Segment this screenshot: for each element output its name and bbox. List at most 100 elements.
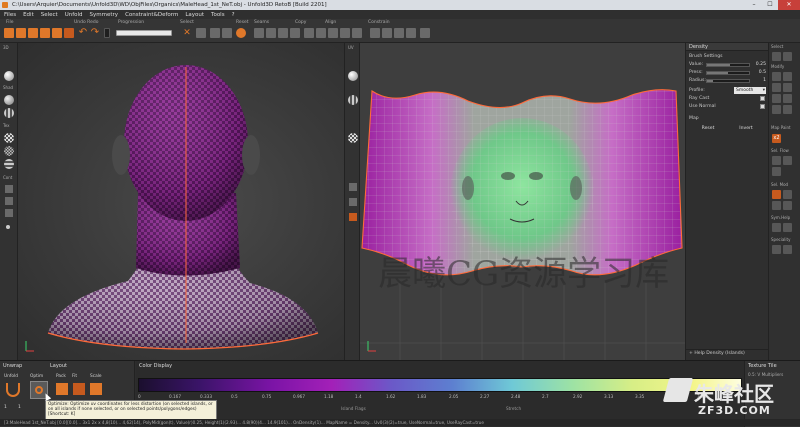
constrain-lock-icon[interactable]: [394, 28, 404, 38]
sym-b-icon[interactable]: [783, 223, 792, 232]
flow-c-icon[interactable]: [772, 167, 781, 176]
radius-number[interactable]: 1: [752, 78, 766, 83]
weld-seam-icon[interactable]: [266, 28, 276, 38]
menu-symmetry[interactable]: Symmetry: [90, 12, 119, 18]
align-vertical-icon[interactable]: [340, 28, 350, 38]
relax-icon[interactable]: [783, 94, 792, 103]
seam-toggle-icon[interactable]: [5, 209, 13, 217]
checker-small-icon[interactable]: [4, 146, 14, 156]
grid-toggle-icon[interactable]: [5, 185, 13, 193]
cut-seam-icon[interactable]: [254, 28, 264, 38]
align-straighten-icon[interactable]: [352, 28, 362, 38]
sel-mod-b-icon[interactable]: [783, 190, 792, 199]
unfold-tab[interactable]: Unfold: [4, 374, 18, 379]
density-brush-icon[interactable]: x2: [772, 134, 781, 143]
menu-unfold[interactable]: Unfold: [65, 12, 83, 18]
undo-icon[interactable]: ↶: [78, 28, 88, 38]
import-icon[interactable]: [52, 28, 62, 38]
save-as-icon[interactable]: [40, 28, 50, 38]
flip-icon[interactable]: [783, 83, 792, 92]
flow-b-icon[interactable]: [783, 156, 792, 165]
pack-icon[interactable]: [56, 383, 68, 395]
constrain-unpin-icon[interactable]: [382, 28, 392, 38]
constrain-axis-icon[interactable]: [420, 28, 430, 38]
deselect-icon[interactable]: ✕: [182, 28, 192, 38]
scale-icon[interactable]: [90, 383, 102, 395]
value-number[interactable]: 0.25: [752, 62, 766, 67]
fit-tab[interactable]: Fit: [72, 374, 77, 379]
select-island-icon[interactable]: [772, 52, 781, 61]
menu-layout[interactable]: Layout: [185, 12, 204, 18]
unpin-icon[interactable]: [783, 105, 792, 114]
uv-grid-icon[interactable]: [349, 183, 357, 191]
menu-select[interactable]: Select: [41, 12, 58, 18]
axis-toggle-icon[interactable]: [5, 197, 13, 205]
menu-edit[interactable]: Edit: [23, 12, 34, 18]
press-number[interactable]: 0.5: [752, 70, 766, 75]
invert-button[interactable]: Invert: [728, 125, 764, 133]
open-file-icon[interactable]: [16, 28, 26, 38]
seam-tool-icon[interactable]: [290, 28, 300, 38]
press-slider[interactable]: [706, 71, 750, 75]
select-grow-icon[interactable]: [222, 28, 232, 38]
texture-lines-icon[interactable]: [4, 159, 14, 169]
unfold-icon[interactable]: [6, 383, 20, 397]
shading-wire-icon[interactable]: [4, 108, 14, 118]
viewport-uv[interactable]: [360, 43, 685, 360]
constrain-unlock-icon[interactable]: [406, 28, 416, 38]
point-size-icon[interactable]: [6, 225, 10, 229]
align-horizontal-icon[interactable]: [328, 28, 338, 38]
copy-icon[interactable]: [304, 28, 314, 38]
redo-icon[interactable]: ↷: [90, 28, 100, 38]
viewport-3d[interactable]: [18, 43, 344, 360]
fit-icon[interactable]: [73, 383, 85, 395]
auto-seam-icon[interactable]: [278, 28, 288, 38]
uv-shading-icon[interactable]: [348, 71, 358, 81]
rotate-icon[interactable]: [783, 72, 792, 81]
pack-tab[interactable]: Pack: [56, 374, 66, 379]
constrain-pin-icon[interactable]: [370, 28, 380, 38]
reset-button[interactable]: Reset: [690, 125, 726, 133]
menu-constraint-deform[interactable]: Constraint&Deform: [125, 12, 178, 18]
sel-mod-d-icon[interactable]: [783, 201, 792, 210]
use-normal-checkbox[interactable]: [760, 104, 765, 109]
speciality-a-icon[interactable]: [772, 245, 781, 254]
new-file-icon[interactable]: [4, 28, 14, 38]
export-icon[interactable]: [64, 28, 74, 38]
menu-help[interactable]: ?: [232, 12, 235, 18]
radius-slider[interactable]: [706, 79, 750, 83]
select-edge-icon[interactable]: [783, 52, 792, 61]
value-slider[interactable]: [706, 63, 750, 67]
uv-checker-icon[interactable]: [348, 133, 358, 143]
minimize-button[interactable]: –: [746, 0, 762, 10]
maximize-button[interactable]: ☐: [762, 0, 778, 10]
menu-tools[interactable]: Tools: [211, 12, 225, 18]
paste-icon[interactable]: [316, 28, 326, 38]
menu-files[interactable]: Files: [4, 12, 16, 18]
snap-icon[interactable]: [772, 94, 781, 103]
shading-flat-icon[interactable]: [4, 95, 14, 105]
optim-tab[interactable]: Optim: [30, 374, 43, 379]
pin-icon[interactable]: [772, 105, 781, 114]
sel-mod-c-icon[interactable]: [772, 201, 781, 210]
select-all-icon[interactable]: [196, 28, 206, 38]
scale-tab[interactable]: Scale: [90, 374, 102, 379]
checker-texture-icon[interactable]: [4, 133, 14, 143]
progression-stop-icon[interactable]: [104, 28, 110, 38]
help-density-link[interactable]: + Help Density (Islands): [686, 349, 769, 357]
uv-tile-icon[interactable]: [349, 198, 357, 206]
save-file-icon[interactable]: [28, 28, 38, 38]
scale-icon[interactable]: [772, 83, 781, 92]
speciality-b-icon[interactable]: [783, 245, 792, 254]
flow-a-icon[interactable]: [772, 156, 781, 165]
sym-a-icon[interactable]: [772, 223, 781, 232]
shading-smooth-icon[interactable]: [4, 71, 14, 81]
reset-icon[interactable]: [236, 28, 246, 38]
profile-select[interactable]: Smooth ▾: [734, 87, 766, 94]
sel-mod-a-icon[interactable]: [772, 190, 781, 199]
ray-cast-checkbox[interactable]: [760, 96, 765, 101]
uv-wire-icon[interactable]: [348, 95, 358, 105]
move-icon[interactable]: [772, 72, 781, 81]
close-button[interactable]: ✕: [778, 0, 800, 10]
select-invert-icon[interactable]: [210, 28, 220, 38]
